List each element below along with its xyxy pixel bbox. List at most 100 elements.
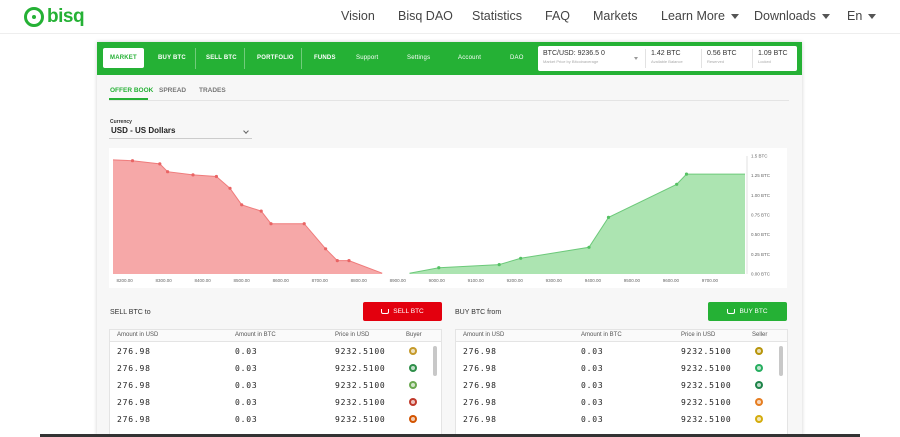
subtab-spread[interactable]: SPREAD <box>159 87 186 94</box>
market-price-source: Market Price by Bitcoinaverage <box>543 59 599 64</box>
column-header[interactable]: Seller <box>752 332 767 338</box>
column-header[interactable]: Amount in BTC <box>581 332 622 338</box>
market-price-selector[interactable]: BTC/USD: 9236.5 0 Market Price by Bitcoi… <box>543 50 605 64</box>
column-header[interactable]: Amount in BTC <box>235 332 276 338</box>
column-header[interactable]: Price in USD <box>681 332 715 338</box>
depth-point <box>240 203 244 207</box>
cell-usd: 276.98 <box>117 364 151 373</box>
locked-balance: 1.09 BTC Locked <box>758 50 788 64</box>
trader-avatar-icon[interactable] <box>409 364 417 372</box>
table-header: Amount in USD Amount in BTC Price in USD… <box>456 330 787 342</box>
column-header[interactable]: Buyer <box>406 332 422 338</box>
nav-markets[interactable]: Markets <box>593 9 637 23</box>
tab-funds[interactable]: FUNDS <box>314 42 336 75</box>
x-tick-label: 9100.00 <box>468 278 485 283</box>
x-tick-label: 9600.00 <box>663 278 680 283</box>
trader-avatar-icon[interactable] <box>755 364 763 372</box>
divider <box>701 49 702 68</box>
depth-chart: 8200.00 8300.00 8400.00 8500.00 8600.00 8700.… <box>109 148 787 288</box>
tab-account[interactable]: Account <box>458 42 481 75</box>
table-row[interactable]: 276.98 0.03 9232.5100 <box>456 411 787 428</box>
x-tick-label: 9000.00 <box>429 278 446 283</box>
table-row[interactable]: 276.98 0.03 9232.5100 <box>456 360 787 377</box>
cell-usd: 276.98 <box>117 347 151 356</box>
trader-avatar-icon[interactable] <box>409 347 417 355</box>
chevron-down-icon[interactable] <box>634 57 638 60</box>
nav-statistics[interactable]: Statistics <box>472 9 522 23</box>
trader-avatar-icon[interactable] <box>755 347 763 355</box>
sell-depth-area <box>113 159 383 274</box>
trader-avatar-icon[interactable] <box>755 398 763 406</box>
depth-point <box>335 259 339 263</box>
tab-settings[interactable]: Settings <box>407 42 430 75</box>
cell-price: 9232.5100 <box>681 398 732 407</box>
trader-avatar-icon[interactable] <box>409 398 417 406</box>
subtab-trades[interactable]: TRADES <box>199 87 226 94</box>
trader-avatar-icon[interactable] <box>755 381 763 389</box>
cell-price: 9232.5100 <box>335 364 386 373</box>
tab-support[interactable]: Support <box>356 42 378 75</box>
cell-btc: 0.03 <box>235 381 258 390</box>
x-tick-label: 8500.00 <box>234 278 251 283</box>
depth-point <box>437 266 441 270</box>
cell-price: 9232.5100 <box>681 381 732 390</box>
chevron-down-icon <box>243 128 249 134</box>
table-row[interactable]: 276.98 0.03 9232.5100 <box>110 411 441 428</box>
cell-btc: 0.03 <box>581 398 604 407</box>
depth-point <box>302 222 306 226</box>
column-header[interactable]: Amount in USD <box>463 332 504 338</box>
tab-portfolio[interactable]: PORTFOLIO <box>257 42 294 75</box>
bisq-app-window: MARKET BUY BTC SELL BTC PORTFOLIO FUNDS … <box>97 42 802 437</box>
nav-bisq-dao[interactable]: Bisq DAO <box>398 9 453 23</box>
x-tick-label: 8400.00 <box>195 278 212 283</box>
buy-btc-button[interactable]: BUY BTC <box>708 302 787 321</box>
tab-divider <box>195 48 196 69</box>
column-header[interactable]: Price in USD <box>335 332 369 338</box>
sell-btc-button[interactable]: SELL BTC <box>363 302 442 321</box>
table-row[interactable]: 276.98 0.03 9232.5100 <box>456 377 787 394</box>
tab-divider <box>301 48 302 69</box>
nav-faq[interactable]: FAQ <box>545 9 570 23</box>
chevron-down-icon <box>868 14 877 20</box>
nav-language[interactable]: En <box>847 9 877 23</box>
table-row[interactable]: 276.98 0.03 9232.5100 <box>110 343 441 360</box>
depth-point <box>214 174 218 179</box>
app-toolbar: MARKET BUY BTC SELL BTC PORTFOLIO FUNDS … <box>97 42 802 75</box>
tab-dao[interactable]: DAO <box>510 42 524 75</box>
depth-point <box>158 162 162 166</box>
chevron-down-icon <box>730 14 739 20</box>
cell-price: 9232.5100 <box>335 347 386 356</box>
currency-select[interactable]: USD - US Dollars <box>109 126 252 139</box>
table-row[interactable]: 276.98 0.03 9232.5100 <box>456 394 787 411</box>
depth-point <box>191 173 195 177</box>
tab-sell-btc[interactable]: SELL BTC <box>206 42 237 75</box>
table-row[interactable]: 276.98 0.03 9232.5100 <box>110 394 441 411</box>
nav-learn-more[interactable]: Learn More <box>661 9 739 23</box>
trader-avatar-icon[interactable] <box>409 381 417 389</box>
locked-balance-value: 1.09 BTC <box>758 50 788 57</box>
tab-market[interactable]: MARKET <box>103 48 144 68</box>
nav-downloads[interactable]: Downloads <box>754 9 830 23</box>
bisq-logo[interactable]: bisq <box>24 6 85 28</box>
subtab-offer-book[interactable]: OFFER BOOK <box>110 87 153 94</box>
y-tick-label: 1.5 BTC <box>751 154 768 159</box>
cell-price: 9232.5100 <box>681 415 732 424</box>
depth-point <box>166 170 170 174</box>
cell-btc: 0.03 <box>581 415 604 424</box>
column-header[interactable]: Amount in USD <box>117 332 158 338</box>
nav-vision[interactable]: Vision <box>341 9 375 23</box>
depth-point <box>347 259 351 263</box>
depth-point <box>606 215 611 219</box>
table-row[interactable]: 276.98 0.03 9232.5100 <box>456 343 787 360</box>
depth-point <box>130 159 135 163</box>
trader-avatar-icon[interactable] <box>409 415 417 423</box>
trader-avatar-icon[interactable] <box>755 415 763 423</box>
tab-buy-btc[interactable]: BUY BTC <box>158 42 186 75</box>
table-row[interactable]: 276.98 0.03 9232.5100 <box>110 377 441 394</box>
table-row[interactable]: 276.98 0.03 9232.5100 <box>110 360 441 377</box>
cell-usd: 276.98 <box>117 415 151 424</box>
sell-panel-title: SELL BTC to <box>110 309 151 316</box>
cell-btc: 0.03 <box>235 398 258 407</box>
depth-point <box>324 247 328 251</box>
y-tick-label: 0.00 BTC <box>751 272 771 277</box>
